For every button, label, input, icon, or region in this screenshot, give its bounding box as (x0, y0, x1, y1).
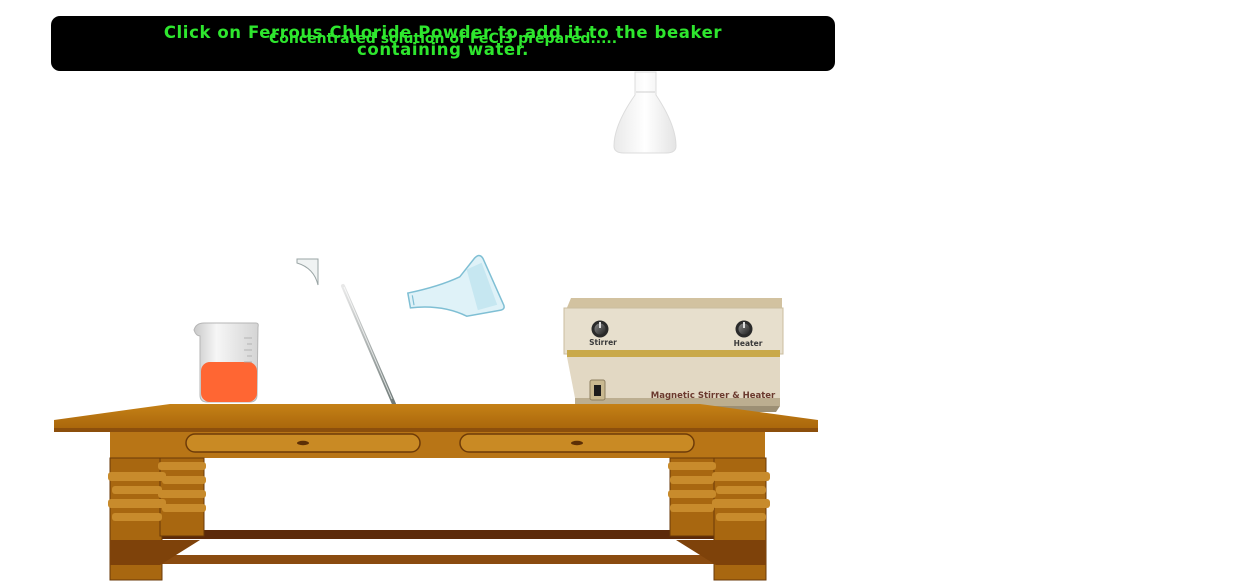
beaker-solution (201, 362, 257, 402)
stirrer-knob[interactable] (591, 320, 609, 338)
power-switch[interactable] (589, 379, 606, 401)
reagent-flask[interactable] (613, 71, 677, 154)
status-text: Concentrated solution of FeCl3 prepared.… (268, 31, 618, 47)
tilted-conical-flask[interactable] (404, 253, 505, 326)
lab-scene: Click on Ferrous Chloride Powder to add … (0, 0, 1257, 581)
glass-rod[interactable] (341, 284, 396, 406)
stirrer-label: Stirrer (589, 338, 617, 347)
lab-table (54, 404, 818, 581)
instruction-banner: Click on Ferrous Chloride Powder to add … (51, 16, 835, 71)
heater-knob[interactable] (735, 320, 753, 338)
magnetic-stirrer-heater[interactable]: Stirrer Heater Magnetic Stirrer & Heater (563, 298, 784, 412)
beaker[interactable] (193, 322, 259, 403)
glass-dropper-tip (296, 258, 319, 286)
scene-artwork: Stirrer Heater Magnetic Stirrer & Heater (54, 71, 818, 581)
heater-label: Heater (734, 339, 763, 348)
device-name-label: Magnetic Stirrer & Heater (651, 391, 776, 401)
